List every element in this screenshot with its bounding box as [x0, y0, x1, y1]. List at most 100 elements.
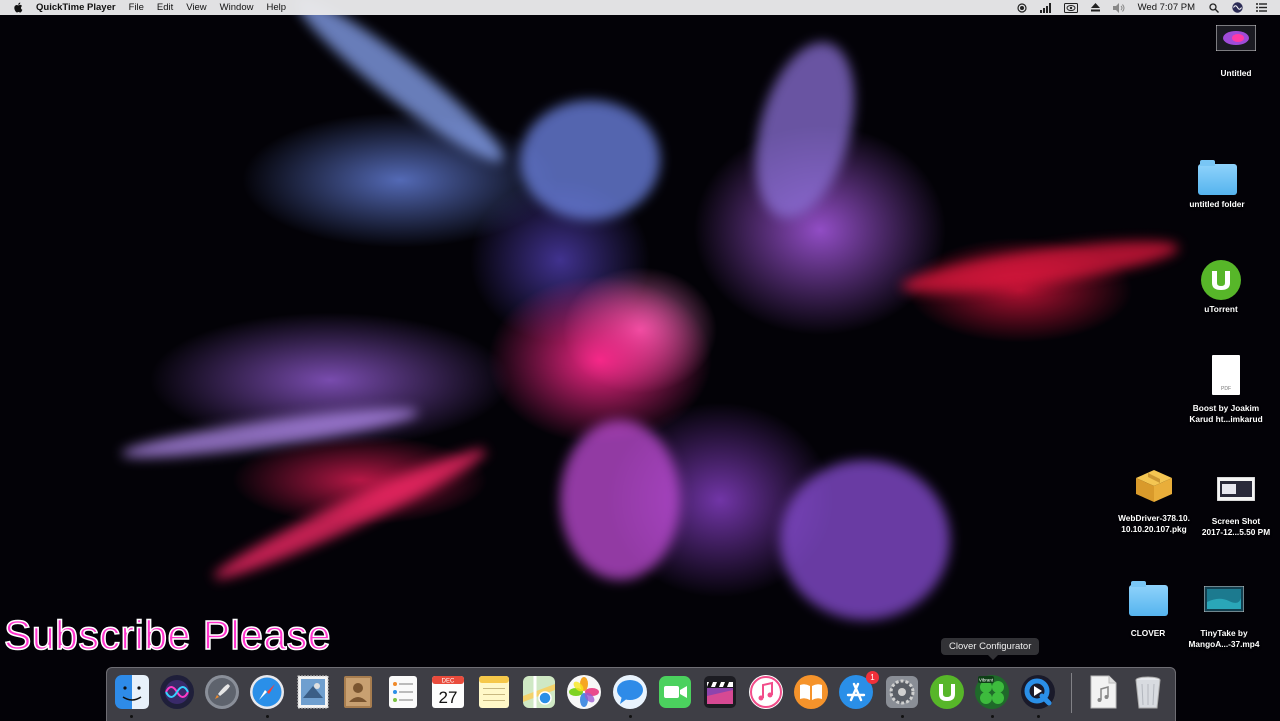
view-menu[interactable]: View: [186, 0, 206, 15]
nvidia-icon[interactable]: [1063, 2, 1078, 13]
apple-menu-icon[interactable]: [13, 2, 23, 13]
dock-reminders[interactable]: [385, 674, 421, 710]
dock-system-preferences[interactable]: [884, 674, 920, 710]
desktop-item-boost-pdf[interactable]: PDF Boost by Joakim Karud ht...imkarud: [1181, 355, 1271, 424]
siri-icon[interactable]: [1232, 2, 1243, 13]
menu-bar: QuickTime Player File Edit View Window H…: [0, 0, 1280, 15]
notes-icon: [479, 676, 509, 708]
window-menu[interactable]: Window: [220, 0, 254, 15]
volume-icon[interactable]: [1112, 2, 1125, 13]
calendar-icon: DEC 27: [432, 676, 464, 708]
notification-center-icon[interactable]: [1256, 3, 1267, 12]
video-camera-icon: [659, 676, 691, 708]
siri-icon: [160, 675, 194, 709]
desktop-item-screen-shot[interactable]: Screen Shot 2017-12...5.50 PM: [1191, 477, 1280, 537]
desktop-item-label-line1: Boost by Joakim: [1192, 403, 1260, 413]
compass-icon: [250, 675, 284, 709]
dock-quicktime[interactable]: [1020, 674, 1056, 710]
dock-contacts[interactable]: [340, 674, 376, 710]
desktop-item-label-line1: Screen Shot: [1211, 516, 1261, 526]
running-indicator: [629, 715, 632, 718]
utorrent-icon: [930, 675, 964, 709]
calendar-month: DEC: [442, 679, 455, 685]
audio-file-icon: [1090, 675, 1117, 709]
running-indicator: [130, 715, 133, 718]
notification-badge: 1: [866, 671, 879, 684]
app-menu[interactable]: QuickTime Player: [36, 0, 116, 15]
desktop-item-untitled[interactable]: Untitled: [1191, 25, 1280, 79]
desktop-item-label-line2: 10.10.20.107.pkg: [1121, 523, 1187, 534]
rocket-icon: [205, 675, 239, 709]
desktop-item-webdriver-pkg[interactable]: WebDriver-378.10. 10.10.20.107.pkg: [1109, 468, 1199, 534]
contacts-book-icon: [344, 676, 372, 708]
maps-icon: [523, 676, 555, 708]
dock-finder[interactable]: [114, 674, 150, 710]
dock-ibooks[interactable]: [793, 674, 829, 710]
mail-stamp-icon: [297, 675, 329, 709]
dock-trash[interactable]: [1130, 674, 1166, 710]
trash-icon: [1135, 676, 1161, 709]
reminders-list-icon: [389, 676, 417, 708]
desktop-item-label: untitled folder: [1189, 199, 1245, 209]
dock-mail[interactable]: [295, 674, 331, 710]
finder-icon: [115, 675, 149, 709]
screenshot-thumbnail-icon: [1217, 477, 1255, 501]
folder-icon: [1197, 160, 1237, 195]
dock-photos[interactable]: [566, 674, 602, 710]
subscribe-overlay-text: Subscribe Please: [3, 611, 332, 659]
desktop-item-label-line1: TinyTake by: [1200, 628, 1248, 638]
utorrent-icon: [1201, 260, 1241, 300]
desktop-item-label-line1: WebDriver-378.10.: [1118, 513, 1190, 523]
quicktime-icon: [1021, 675, 1055, 709]
dock-final-cut-pro[interactable]: [702, 674, 738, 710]
open-book-icon: [794, 675, 828, 709]
dock-safari[interactable]: [249, 674, 285, 710]
desktop-item-label-line2: MangoA...-37.mp4: [1188, 638, 1260, 649]
desktop-item-label: Untitled: [1220, 68, 1252, 78]
desktop-item-tinytake-mp4[interactable]: TinyTake by MangoA...-37.mp4: [1179, 586, 1269, 649]
edit-menu[interactable]: Edit: [157, 0, 173, 15]
video-file-thumbnail-icon: [1216, 25, 1256, 51]
menubar-clock[interactable]: Wed 7:07 PM: [1138, 0, 1195, 15]
gear-icon: [886, 676, 918, 708]
desktop-item-untitled-folder[interactable]: untitled folder: [1172, 160, 1262, 210]
clover-icon: Vibrant: [975, 675, 1009, 709]
file-menu[interactable]: File: [129, 0, 144, 15]
dock-messages[interactable]: [612, 674, 648, 710]
pdf-file-icon: PDF: [1212, 355, 1240, 395]
music-note-icon: [749, 675, 783, 709]
folder-icon: [1128, 581, 1168, 616]
dock-launchpad[interactable]: [204, 674, 240, 710]
dock-music-file[interactable]: [1085, 674, 1121, 710]
running-indicator: [901, 715, 904, 718]
record-status-icon[interactable]: [1017, 2, 1027, 13]
dock-notes[interactable]: [476, 674, 512, 710]
running-indicator: [1037, 715, 1040, 718]
help-menu[interactable]: Help: [266, 0, 286, 15]
desktop-item-label: uTorrent: [1204, 304, 1238, 314]
desktop-item-label-line2: 2017-12...5.50 PM: [1201, 526, 1271, 537]
package-icon: [1136, 470, 1172, 502]
dock-maps[interactable]: [521, 674, 557, 710]
dock-facetime[interactable]: [657, 674, 693, 710]
dock-siri[interactable]: [159, 674, 195, 710]
dock-separator: [1071, 673, 1072, 713]
photos-icon: [567, 675, 601, 709]
running-indicator: [266, 715, 269, 718]
pdf-type-label: PDF: [1221, 386, 1231, 392]
eject-icon[interactable]: [1090, 3, 1100, 12]
desktop-item-utorrent[interactable]: uTorrent: [1176, 259, 1266, 315]
video-file-thumbnail-icon: [1204, 586, 1244, 612]
spotlight-search-icon[interactable]: [1209, 2, 1219, 13]
dock-itunes[interactable]: [748, 674, 784, 710]
calendar-day: 27: [439, 688, 458, 707]
vibrant-label: Vibrant: [979, 678, 994, 683]
dock-clover-configurator[interactable]: Vibrant: [974, 674, 1010, 710]
speech-bubble-icon: [613, 675, 647, 709]
dock-calendar[interactable]: DEC 27: [430, 674, 466, 710]
dock-utorrent[interactable]: [929, 674, 965, 710]
desktop-item-label-line2: Karud ht...imkarud: [1189, 413, 1263, 424]
signal-bars-icon[interactable]: [1039, 2, 1051, 13]
dock-tooltip: Clover Configurator: [941, 638, 1040, 660]
clapperboard-icon: [704, 676, 736, 708]
